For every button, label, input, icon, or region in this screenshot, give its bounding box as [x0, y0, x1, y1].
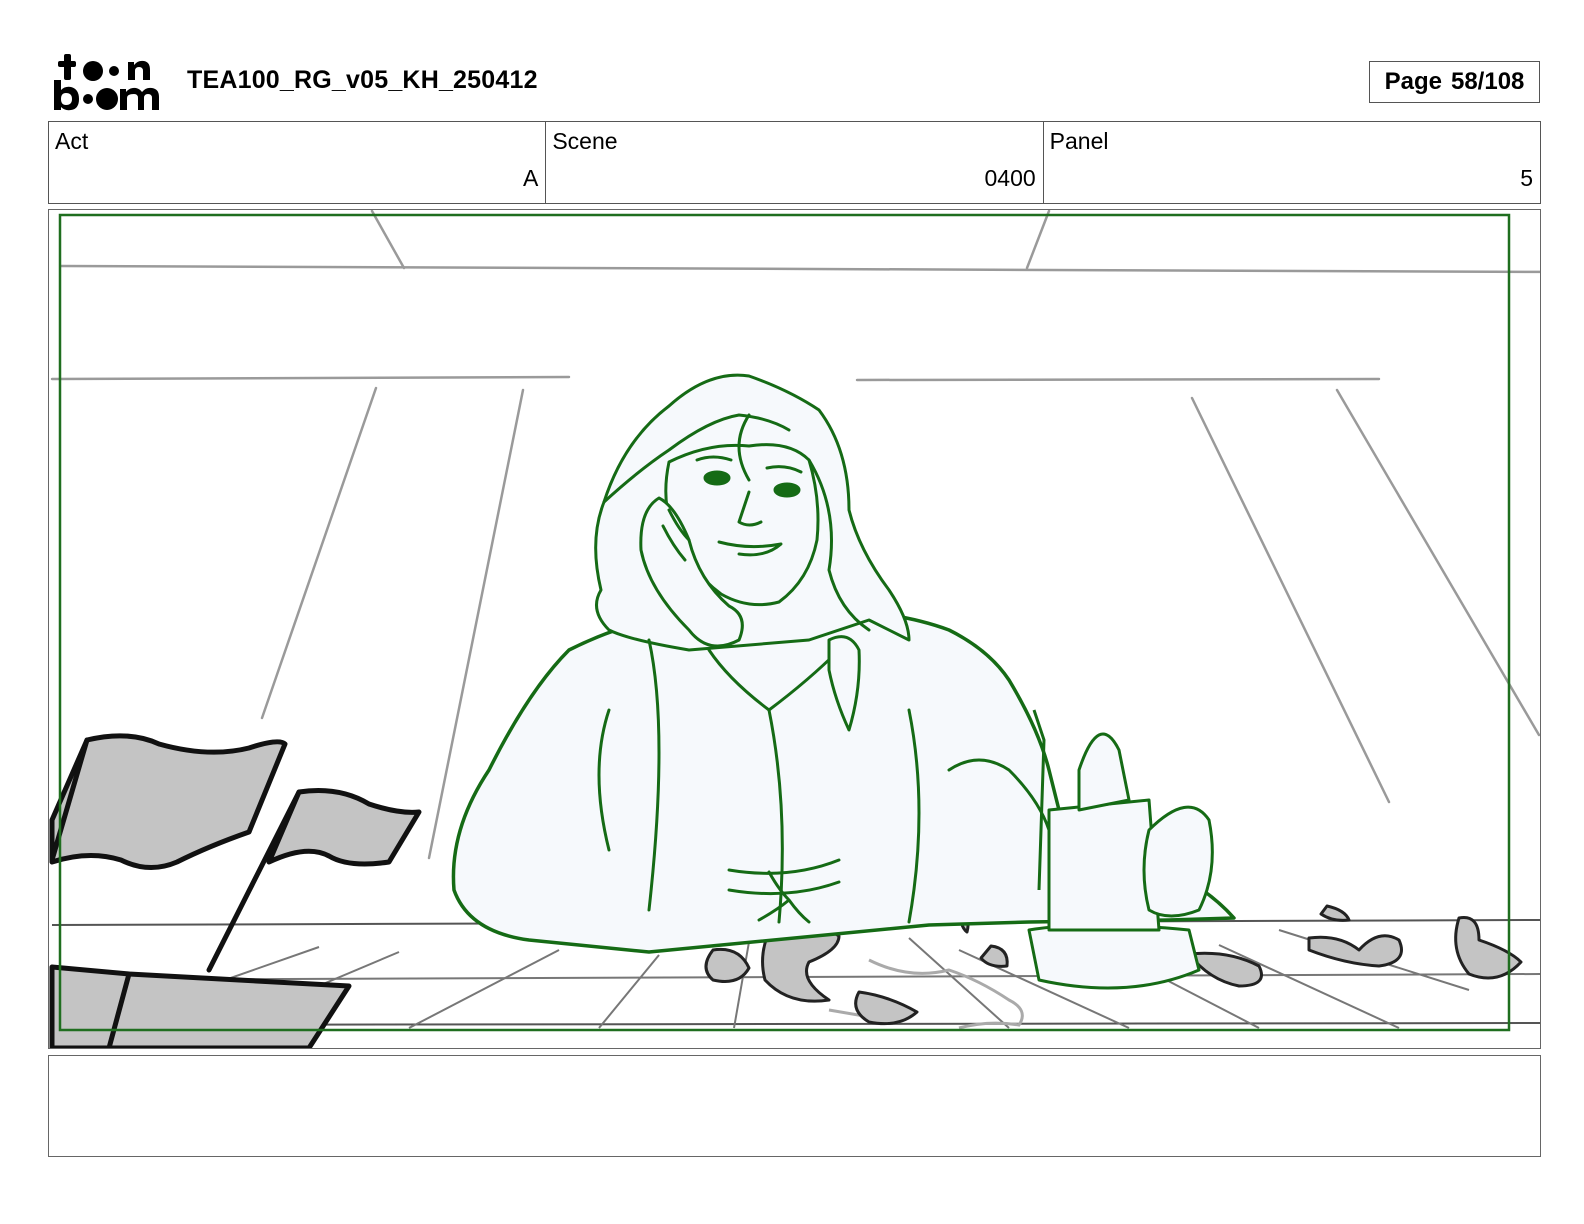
held-object	[1027, 709, 1214, 990]
shard-4	[979, 944, 1009, 968]
act-cell: Act A	[49, 122, 547, 203]
document-title: TEA100_RG_v05_KH_250412	[187, 66, 538, 94]
wall-line-1	[260, 386, 378, 720]
panel-cell: Panel 5	[1044, 122, 1540, 203]
shard-1	[704, 947, 751, 983]
panel-value: 5	[1520, 165, 1533, 191]
gripping-hand	[1142, 805, 1214, 918]
flag-cloth-large	[49, 733, 288, 870]
page-indicator: Page 58/108	[1369, 61, 1540, 103]
panel-notes-box	[48, 1055, 1541, 1157]
scene-value: 0400	[984, 165, 1036, 191]
ceiling-strut-right	[1025, 210, 1051, 270]
scene-cell: Scene 0400	[546, 122, 1044, 203]
shelf-line-left	[50, 375, 571, 381]
eye-left	[703, 470, 731, 486]
storyboard-panel	[48, 209, 1541, 1049]
shelf-line-right	[855, 377, 1381, 382]
toon-boom-logo	[54, 54, 159, 111]
scene-label: Scene	[552, 128, 618, 154]
wall-line-3	[1190, 396, 1391, 804]
logo-text-top-group	[58, 54, 150, 81]
act-value: A	[522, 165, 539, 191]
object-body	[1047, 798, 1161, 932]
page-number: 58/108	[1450, 68, 1525, 95]
shard-8	[1319, 904, 1351, 922]
flags-prop	[49, 733, 422, 1048]
act-label: Act	[55, 128, 89, 154]
panel-drawing	[49, 210, 1540, 1048]
object-base	[1027, 923, 1201, 990]
shard-3	[854, 990, 919, 1026]
object-top	[1077, 732, 1131, 812]
eye-right	[773, 482, 801, 498]
logo-text-bottom-group	[54, 80, 159, 111]
ceiling-beam-line	[59, 264, 1540, 274]
page-label: Page	[1384, 68, 1442, 95]
shard-6	[1307, 934, 1403, 968]
shard-7	[1454, 915, 1523, 980]
act-scene-panel-table: Act A Scene 0400 Panel 5	[48, 121, 1541, 204]
ceiling-strut-left	[370, 210, 406, 270]
panel-label: Panel	[1049, 128, 1109, 154]
